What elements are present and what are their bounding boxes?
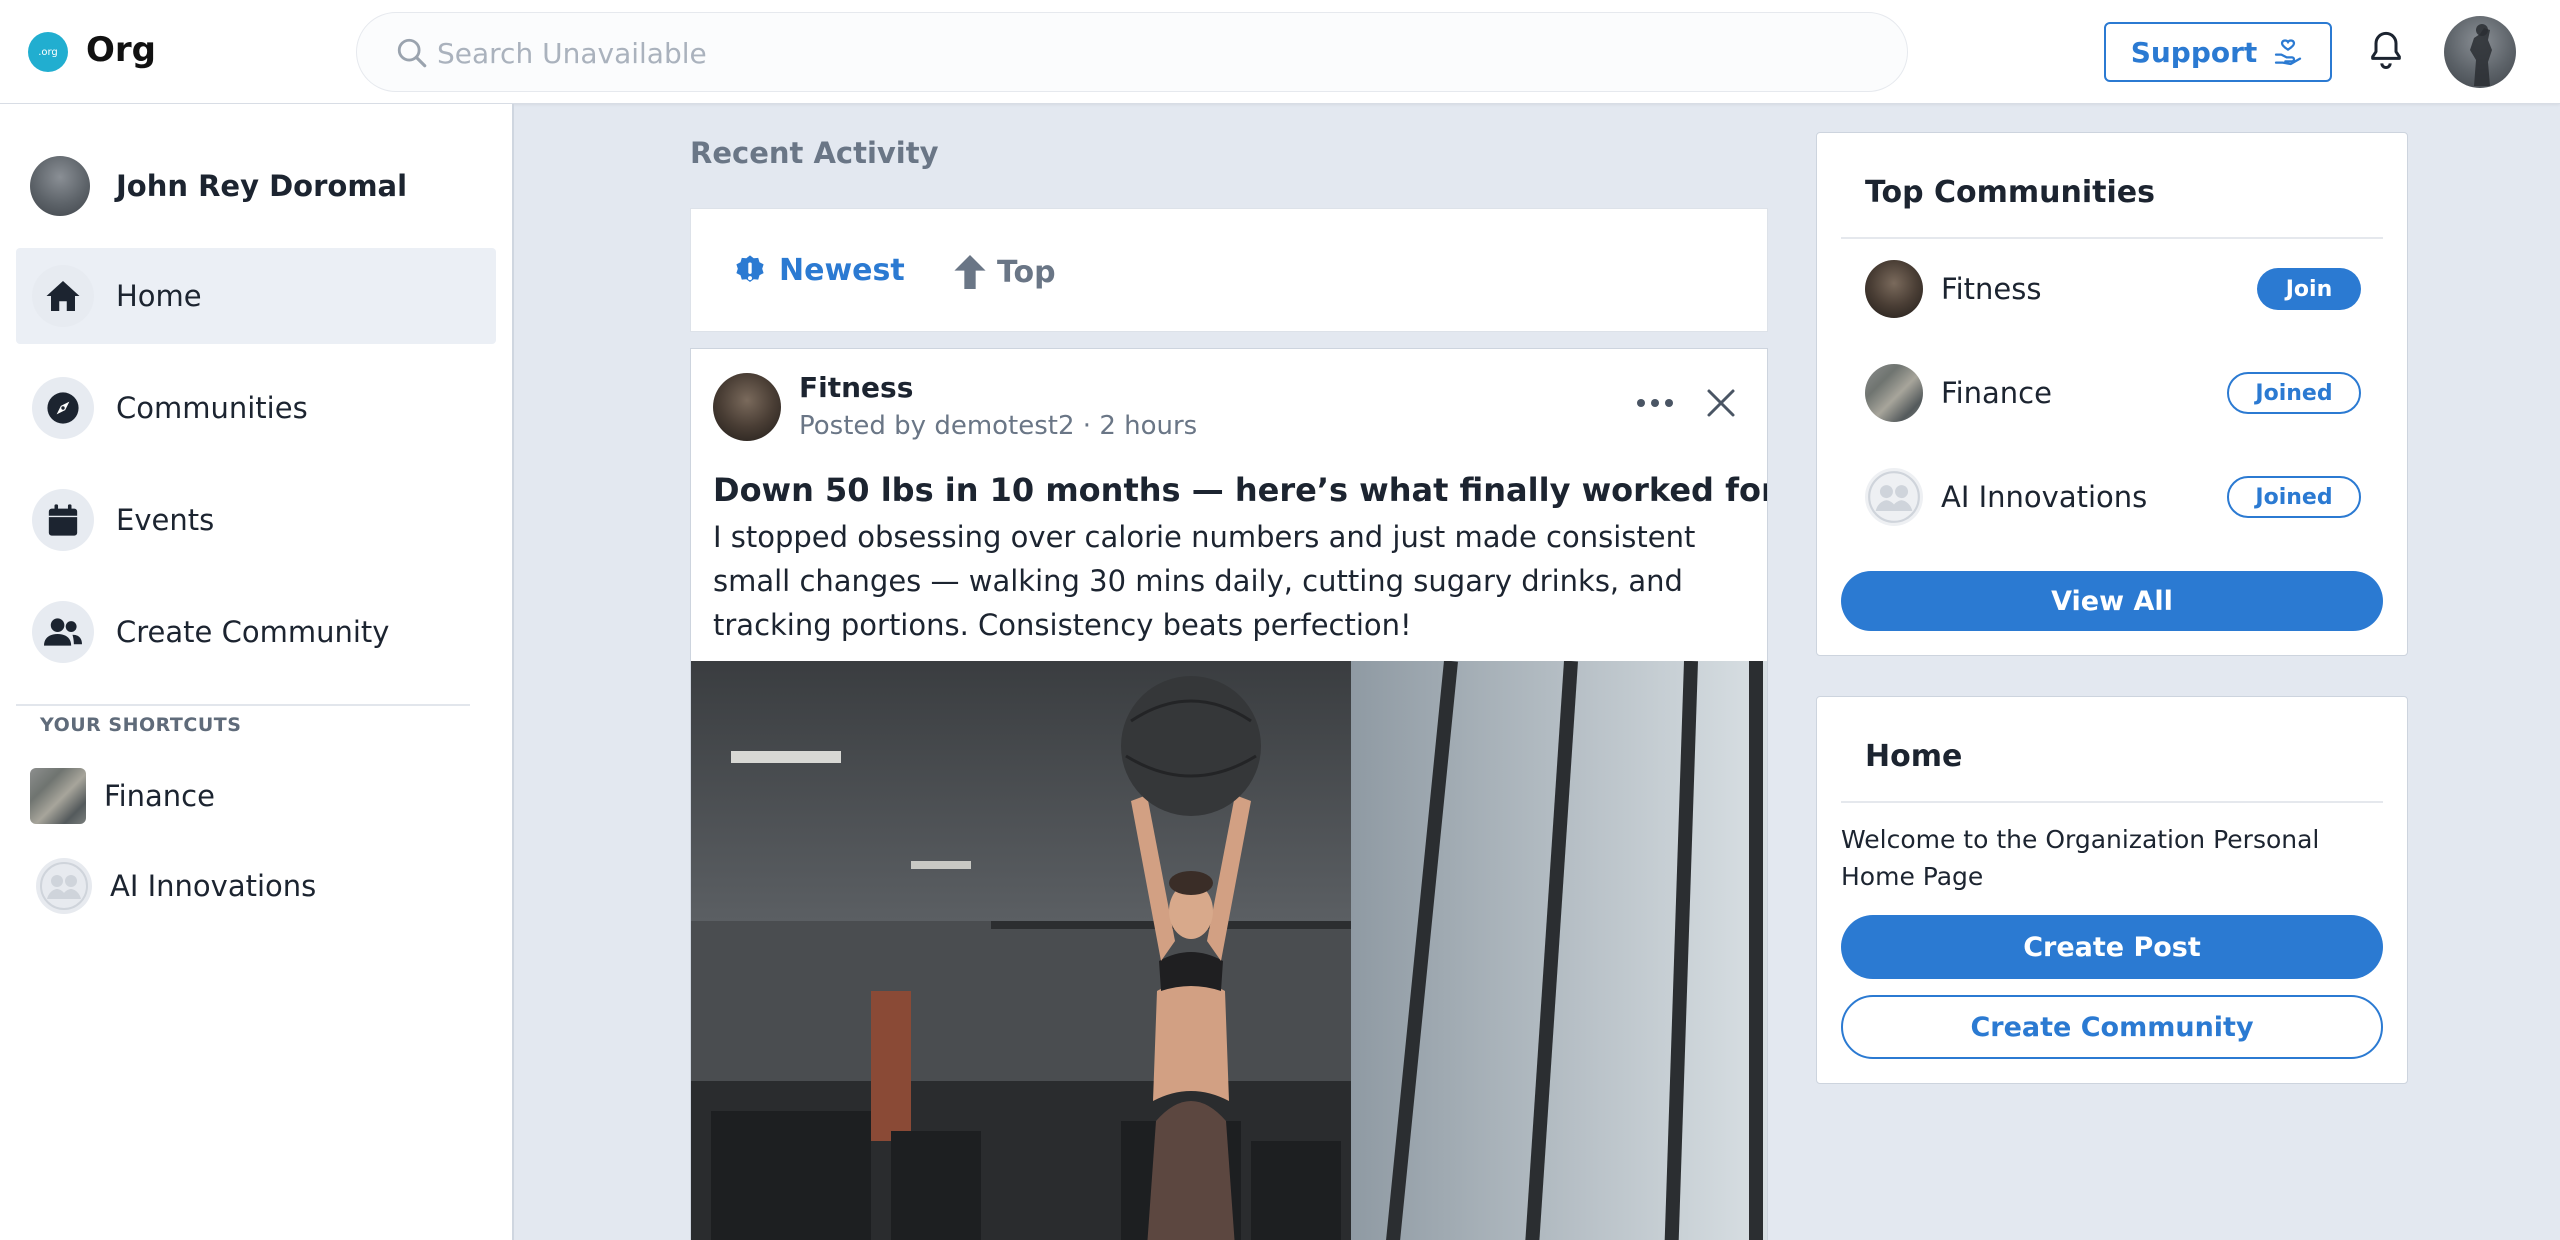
compass-icon	[47, 392, 79, 424]
community-row[interactable]: AI Innovations Joined	[1865, 467, 2361, 527]
logo-icon[interactable]: .org	[28, 32, 68, 72]
post-title[interactable]: Down 50 lbs in 10 months — here’s what f…	[713, 471, 1767, 509]
sidebar-item-create-community[interactable]: Create Community	[16, 584, 496, 680]
group-placeholder-icon	[1865, 468, 1923, 526]
create-post-button[interactable]: Create Post	[1841, 915, 2383, 979]
top-bar: .org Org Support	[0, 0, 2560, 104]
profile-link[interactable]: John Rey Doromal	[30, 156, 407, 216]
left-sidebar: John Rey Doromal Home Communities Events…	[0, 104, 514, 1240]
home-card-description: Welcome to the Organization Personal Hom…	[1841, 825, 2320, 891]
shortcut-label: AI Innovations	[110, 869, 317, 903]
community-name: AI Innovations	[1941, 480, 2148, 514]
sidebar-item-events[interactable]: Events	[16, 472, 496, 568]
community-avatar	[1865, 260, 1923, 318]
hand-heart-icon	[2275, 39, 2302, 66]
joined-button[interactable]: Joined	[2227, 372, 2361, 414]
community-row[interactable]: Finance Joined	[1865, 363, 2361, 423]
post-image[interactable]	[691, 661, 1767, 1240]
home-icon	[46, 281, 80, 311]
card-divider	[1841, 801, 2383, 803]
post-meta: Posted by demotest2 · 2 hours	[799, 411, 1198, 441]
sidebar-divider	[16, 704, 470, 706]
sort-newest-button[interactable]: Newest	[733, 253, 905, 288]
sort-top-button[interactable]: Top	[953, 253, 1056, 291]
search-icon	[397, 38, 427, 68]
sort-top-label: Top	[997, 254, 1056, 290]
shortcuts-heading: YOUR SHORTCUTS	[40, 714, 242, 736]
finance-thumbnail	[30, 768, 86, 824]
search-input[interactable]	[437, 31, 1837, 75]
gym-photo	[691, 661, 1767, 1240]
home-card: Home Welcome to the Organization Persona…	[1816, 696, 2408, 1084]
community-avatar	[1865, 364, 1923, 422]
community-avatar[interactable]	[713, 373, 781, 441]
post-card[interactable]: Fitness Posted by demotest2 · 2 hours Do…	[690, 348, 1768, 1240]
group-placeholder-icon	[36, 858, 92, 914]
shortcut-finance[interactable]: Finance	[30, 768, 215, 824]
home-icon-wrap	[32, 265, 94, 327]
profile-avatar	[30, 156, 90, 216]
users-icon	[44, 618, 82, 646]
logo-text: .org	[38, 46, 58, 58]
support-button[interactable]: Support	[2104, 22, 2332, 82]
avatar-silhouette-icon	[2470, 24, 2492, 86]
top-communities-title: Top Communities	[1865, 175, 2155, 210]
shortcut-label: Finance	[104, 779, 215, 813]
top-communities-card: Top Communities Fitness Join Finance Joi…	[1816, 132, 2408, 656]
sidebar-item-home[interactable]: Home	[16, 248, 496, 344]
card-divider	[1841, 237, 2383, 239]
brand-name[interactable]: Org	[86, 30, 156, 70]
community-name: Fitness	[1941, 272, 2042, 306]
calendar-icon	[48, 504, 78, 536]
shortcut-ai-innovations[interactable]: AI Innovations	[36, 858, 316, 914]
calendar-icon-wrap	[32, 489, 94, 551]
close-icon[interactable]	[1701, 383, 1741, 423]
users-icon-wrap	[32, 601, 94, 663]
sort-bar: Newest Top	[690, 208, 1768, 332]
arrow-up-icon	[954, 255, 986, 289]
user-avatar[interactable]	[2444, 16, 2516, 88]
view-all-button[interactable]: View All	[1841, 571, 2383, 631]
bell-icon[interactable]	[2366, 28, 2406, 72]
sidebar-item-label: Home	[116, 279, 202, 313]
create-community-button[interactable]: Create Community	[1841, 995, 2383, 1059]
profile-name: John Rey Doromal	[116, 169, 408, 203]
joined-button[interactable]: Joined	[2227, 476, 2361, 518]
sort-newest-label: Newest	[779, 253, 905, 288]
home-card-title: Home	[1865, 739, 1963, 774]
sidebar-item-label: Communities	[116, 391, 308, 425]
community-name: Finance	[1941, 376, 2052, 410]
compass-icon-wrap	[32, 377, 94, 439]
search-bar[interactable]	[356, 12, 1908, 92]
post-community-name[interactable]: Fitness	[799, 371, 913, 404]
sidebar-item-label: Create Community	[116, 615, 390, 649]
post-body: I stopped obsessing over calorie numbers…	[713, 520, 1696, 642]
badge-alert-icon	[736, 254, 764, 282]
sidebar-item-communities[interactable]: Communities	[16, 360, 496, 456]
section-title: Recent Activity	[690, 136, 939, 170]
community-row[interactable]: Fitness Join	[1865, 259, 2361, 319]
join-button[interactable]: Join	[2257, 268, 2361, 310]
more-options-icon[interactable]	[1631, 393, 1679, 413]
support-label: Support	[2130, 35, 2258, 69]
sidebar-item-label: Events	[116, 503, 215, 537]
